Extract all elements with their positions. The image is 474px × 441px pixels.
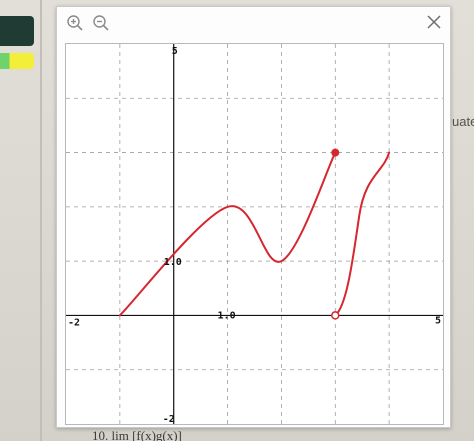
x-min-label: -2: [68, 317, 80, 328]
curve-layer: [118, 148, 391, 320]
graph-popup: -2 1.0 5 -2 1.0 5: [56, 6, 451, 428]
zoom-out-button[interactable]: [91, 13, 111, 33]
page-background: uate 10. lim [f(x)g(x)] -2 1.0 5 -2 1.0 …: [0, 0, 474, 441]
curve-segment-2: [334, 151, 391, 317]
background-divider: [40, 0, 42, 441]
zoom-out-icon: [93, 15, 109, 31]
zoom-in-icon: [67, 15, 83, 31]
y-min-label: -2: [163, 414, 175, 424]
curve-segment-1: [118, 151, 337, 317]
open-point-marker: [331, 311, 340, 320]
background-partial-text: uate: [452, 114, 474, 129]
x-unit-label: 1.0: [218, 310, 236, 321]
y-max-label: 5: [172, 46, 178, 57]
zoom-in-button[interactable]: [65, 13, 85, 33]
y-unit-label: 1.0: [164, 257, 182, 268]
background-color-strip: [0, 53, 34, 69]
close-button[interactable]: [423, 11, 445, 33]
function-graph: -2 1.0 5 -2 1.0 5: [66, 44, 443, 424]
grid: [66, 44, 443, 424]
graph-canvas[interactable]: -2 1.0 5 -2 1.0 5: [65, 43, 444, 425]
x-max-label: 5: [435, 315, 441, 326]
background-dark-button: [0, 16, 34, 46]
closed-point-marker: [331, 148, 340, 157]
close-icon: [427, 15, 441, 29]
background-problem-text: 10. lim [f(x)g(x)]: [92, 428, 182, 441]
